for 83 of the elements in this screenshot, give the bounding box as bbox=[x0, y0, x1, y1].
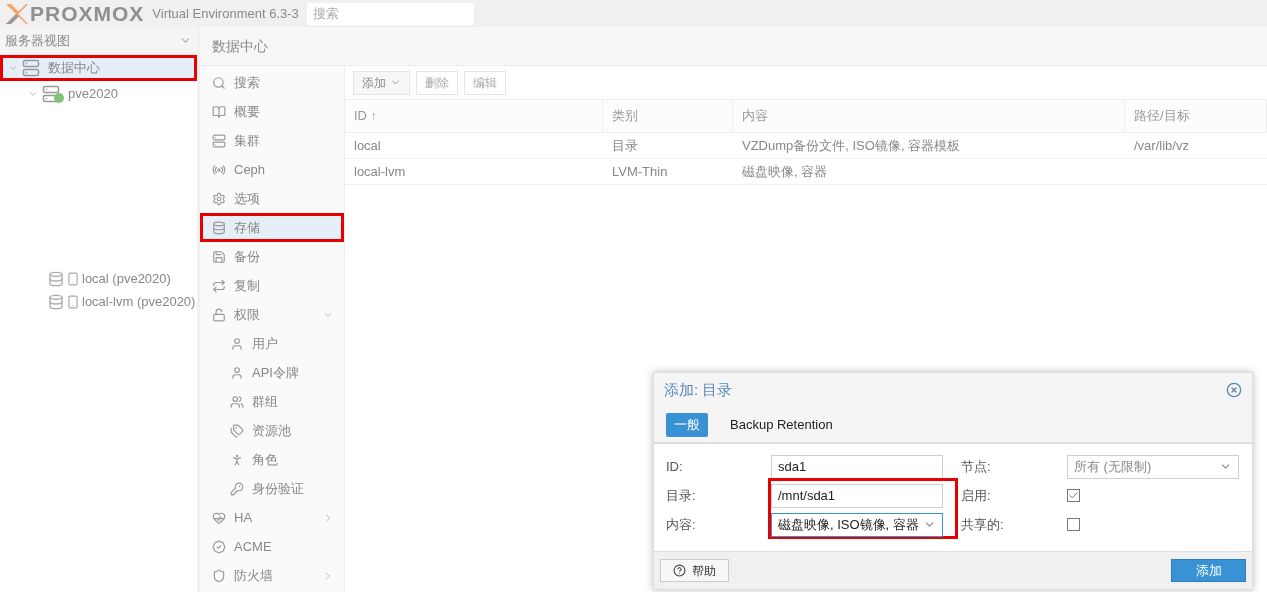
nav-item[interactable]: 概要 bbox=[200, 97, 344, 126]
nav-item[interactable]: 备份 bbox=[200, 242, 344, 271]
nav-item[interactable]: Ceph bbox=[200, 155, 344, 184]
tree-item[interactable]: pve2020 bbox=[0, 81, 197, 107]
users-icon bbox=[230, 394, 244, 409]
certificate-icon bbox=[212, 539, 226, 554]
search-field[interactable]: 搜索 bbox=[306, 2, 474, 25]
column-header[interactable]: 类别 bbox=[603, 100, 733, 133]
version-label: Virtual Environment 6.3-3 bbox=[152, 4, 299, 23]
gear-icon bbox=[212, 191, 226, 206]
text-field[interactable]: sda1 bbox=[771, 454, 943, 479]
column-header[interactable]: 路径/目标 bbox=[1125, 100, 1267, 133]
repeat-icon bbox=[212, 278, 226, 293]
database-icon bbox=[212, 220, 226, 235]
nav-item[interactable]: ACME bbox=[200, 532, 344, 561]
column-header[interactable]: ID ↑ bbox=[345, 100, 603, 133]
nav-item[interactable]: 集群 bbox=[200, 126, 344, 155]
table-cell: local-lvm bbox=[345, 159, 603, 185]
help-button[interactable]: 帮助 bbox=[660, 559, 729, 582]
storage-device-icon bbox=[66, 271, 80, 286]
database-icon bbox=[48, 293, 64, 310]
text-field[interactable]: /mnt/sda1 bbox=[771, 483, 943, 508]
dialog-tab[interactable]: 一般 bbox=[666, 412, 708, 437]
dialog-title: 添加: 目录 bbox=[664, 379, 733, 400]
column-header[interactable]: 内容 bbox=[733, 100, 1125, 133]
server-icon bbox=[22, 59, 40, 77]
nav-item[interactable]: 用户 bbox=[200, 329, 344, 358]
field-label: ID: bbox=[666, 457, 683, 476]
tree-item[interactable]: 数据中心 bbox=[0, 55, 197, 81]
nav-item[interactable]: 复制 bbox=[200, 271, 344, 300]
nav-item[interactable]: 角色 bbox=[200, 445, 344, 474]
tree-item[interactable]: local-lvm (pve2020) bbox=[0, 290, 197, 313]
logo-x-icon bbox=[4, 2, 30, 25]
content-select[interactable]: 磁盘映像, ISO镜像, 容器 bbox=[771, 512, 943, 537]
nav-item[interactable]: 群组 bbox=[200, 387, 344, 416]
panel-title: 数据中心 bbox=[212, 36, 268, 56]
nav-item[interactable]: 搜索 bbox=[200, 68, 344, 97]
table-cell: /var/lib/vz bbox=[1125, 133, 1267, 159]
nav-item[interactable]: 防火墙 bbox=[200, 561, 344, 590]
nav-item[interactable]: 资源池 bbox=[200, 416, 344, 445]
database-icon bbox=[48, 270, 64, 287]
add-button[interactable]: 添加 bbox=[1171, 559, 1246, 582]
field-label: 节点: bbox=[961, 457, 991, 476]
table-cell: local bbox=[345, 133, 603, 159]
signal-icon bbox=[212, 162, 226, 177]
close-icon[interactable] bbox=[1226, 382, 1242, 398]
field-label: 内容: bbox=[666, 515, 696, 534]
key-icon bbox=[230, 481, 244, 496]
logo-text: PROXMOX bbox=[30, 0, 145, 27]
table-cell: 磁盘映像, 容器 bbox=[733, 159, 1125, 185]
shield-icon bbox=[212, 568, 226, 583]
caret-icon[interactable] bbox=[8, 63, 18, 73]
storage-device-icon bbox=[66, 294, 80, 309]
server-icon bbox=[212, 133, 226, 148]
checkbox[interactable] bbox=[1067, 489, 1080, 502]
dialog-tab[interactable]: Backup Retention bbox=[722, 412, 841, 437]
tree-item[interactable]: local (pve2020) bbox=[0, 267, 197, 290]
user-icon bbox=[230, 365, 244, 380]
caret-icon[interactable] bbox=[28, 89, 38, 99]
person-icon bbox=[230, 452, 244, 467]
book-icon bbox=[212, 104, 226, 119]
table-cell: 目录 bbox=[603, 133, 733, 159]
nav-item[interactable]: 权限 bbox=[200, 300, 344, 329]
heartbeat-icon bbox=[212, 510, 226, 525]
view-selector[interactable]: 服务器视图 bbox=[0, 27, 197, 55]
search-icon bbox=[212, 75, 226, 90]
checkbox[interactable] bbox=[1067, 518, 1080, 531]
nav-item[interactable]: HA bbox=[200, 503, 344, 532]
unlocked-padlock-icon bbox=[212, 307, 226, 322]
field-label: 目录: bbox=[666, 486, 696, 505]
nav-item[interactable]: API令牌 bbox=[200, 358, 344, 387]
table-cell: LVM-Thin bbox=[603, 159, 733, 185]
nav-item[interactable]: 身份验证 bbox=[200, 474, 344, 503]
help-icon bbox=[673, 564, 686, 577]
toolbar-button[interactable]: 添加 bbox=[353, 70, 410, 95]
field-label: 共享的: bbox=[961, 515, 1004, 534]
tags-icon bbox=[230, 423, 244, 438]
node-select[interactable]: 所有 (无限制) bbox=[1067, 454, 1239, 479]
table-cell: VZDump备份文件, ISO镜像, 容器模板 bbox=[733, 133, 1125, 159]
user-icon bbox=[230, 336, 244, 351]
nav-item[interactable]: 存储 bbox=[200, 213, 344, 242]
nav-item[interactable]: 选项 bbox=[200, 184, 344, 213]
field-label: 启用: bbox=[961, 486, 991, 505]
